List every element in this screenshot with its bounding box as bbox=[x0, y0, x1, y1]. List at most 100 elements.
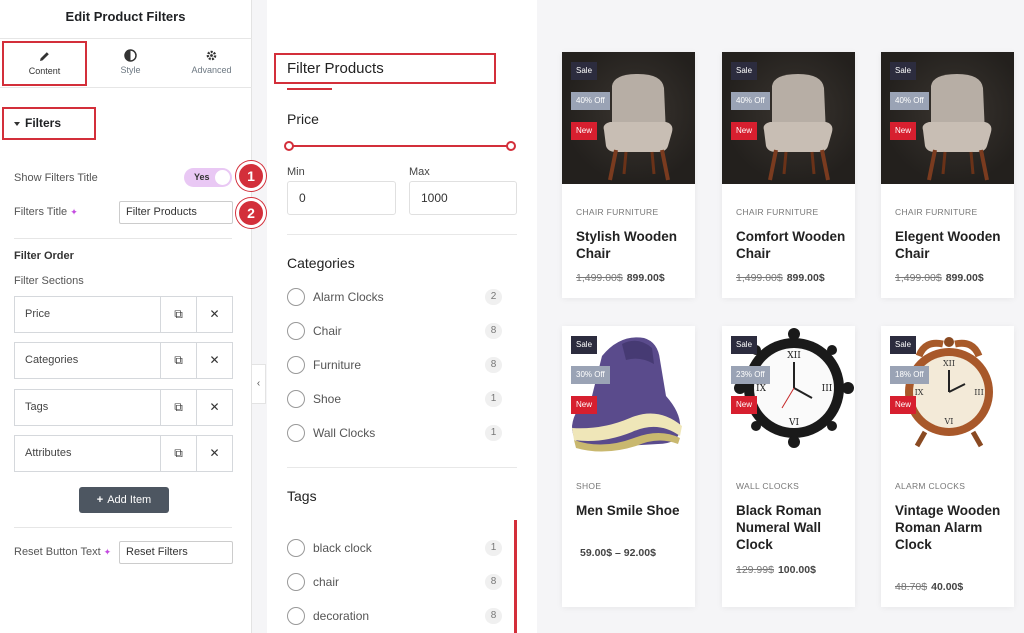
tag-option[interactable]: chair 8 bbox=[287, 572, 502, 592]
product-category[interactable]: CHAIR FURNITURE bbox=[576, 207, 658, 217]
repeater-item-label[interactable]: Tags bbox=[15, 390, 160, 425]
tag-option[interactable]: black clock 1 bbox=[287, 538, 502, 558]
show-filters-title-label: Show Filters Title bbox=[14, 172, 98, 184]
radio-button[interactable] bbox=[287, 288, 305, 306]
radio-button[interactable] bbox=[287, 424, 305, 442]
product-card[interactable]: Sale 30% Off New SHOE Men Smile Shoe 59.… bbox=[562, 326, 695, 607]
repeater-item-label[interactable]: Price bbox=[15, 297, 160, 332]
product-name[interactable]: Stylish Wooden Chair bbox=[576, 228, 688, 262]
panel-tabs: Content Style Advanced bbox=[0, 38, 252, 88]
product-name[interactable]: Vintage Wooden Roman Alarm Clock bbox=[895, 502, 1007, 553]
option-count: 8 bbox=[485, 608, 502, 624]
product-name[interactable]: Elegent Wooden Chair bbox=[895, 228, 1007, 262]
product-card[interactable]: Sale 40% Off New CHAIR FURNITURE Comfort… bbox=[722, 52, 855, 298]
current-price: 40.00$ bbox=[931, 581, 964, 593]
price-max-input[interactable]: 1000 bbox=[409, 181, 517, 215]
plus-icon: + bbox=[96, 494, 104, 506]
tab-content[interactable]: Content bbox=[2, 41, 87, 86]
svg-text:IX: IX bbox=[756, 384, 767, 394]
ai-sparkle-icon[interactable]: ✦ bbox=[104, 547, 112, 557]
filter-sections-label: Filter Sections bbox=[14, 275, 84, 287]
filter-title-underline bbox=[287, 88, 332, 90]
option-label: Alarm Clocks bbox=[313, 290, 384, 304]
product-name[interactable]: Men Smile Shoe bbox=[576, 502, 688, 519]
discount-badge: 40% Off bbox=[571, 92, 610, 110]
scrollbar[interactable] bbox=[514, 520, 517, 633]
product-card[interactable]: Sale 40% Off New CHAIR FURNITURE Elegent… bbox=[881, 52, 1014, 298]
repeater-item-categories: Categories ⧉ ✕ bbox=[14, 342, 233, 379]
radio-button[interactable] bbox=[287, 356, 305, 374]
price-heading: Price bbox=[287, 111, 319, 127]
reset-button-text-label: Reset Button Text ✦ bbox=[14, 546, 111, 558]
marker-2-badge: 2 bbox=[236, 198, 266, 228]
product-category[interactable]: CHAIR FURNITURE bbox=[736, 207, 818, 217]
close-icon[interactable]: ✕ bbox=[196, 343, 232, 378]
option-label: black clock bbox=[313, 541, 372, 555]
tag-option[interactable]: decoration 8 bbox=[287, 606, 502, 626]
product-name[interactable]: Comfort Wooden Chair bbox=[736, 228, 848, 262]
divider bbox=[14, 527, 232, 528]
chair-image: Sale 40% Off New bbox=[881, 52, 1014, 184]
price-min-handle[interactable] bbox=[284, 141, 294, 151]
radio-button[interactable] bbox=[287, 390, 305, 408]
chair-image: Sale 40% Off New bbox=[722, 52, 855, 184]
product-category[interactable]: CHAIR FURNITURE bbox=[895, 207, 977, 217]
radio-button[interactable] bbox=[287, 607, 305, 625]
repeater-item-attributes: Attributes ⧉ ✕ bbox=[14, 435, 233, 472]
close-icon[interactable]: ✕ bbox=[196, 390, 232, 425]
tab-content-label: Content bbox=[28, 66, 61, 76]
repeater-item-label[interactable]: Attributes bbox=[15, 436, 160, 471]
radio-button[interactable] bbox=[287, 322, 305, 340]
chair-image: Sale 40% Off New bbox=[562, 52, 695, 184]
filters-section-title: Filters bbox=[25, 116, 62, 130]
category-option[interactable]: Alarm Clocks 2 bbox=[287, 287, 502, 307]
product-name[interactable]: Black Roman Numeral Wall Clock bbox=[736, 502, 848, 553]
duplicate-icon[interactable]: ⧉ bbox=[160, 343, 196, 378]
wall-clock-image: XII VI IX III Sale 23% Off New bbox=[722, 326, 855, 458]
category-option[interactable]: Shoe 1 bbox=[287, 389, 502, 409]
filters-section-toggle[interactable]: Filters bbox=[2, 107, 96, 140]
duplicate-icon[interactable]: ⧉ bbox=[160, 297, 196, 332]
radio-button[interactable] bbox=[287, 573, 305, 591]
tab-style-label: Style bbox=[120, 65, 141, 75]
discount-badge: 40% Off bbox=[890, 92, 929, 110]
discount-badge: 30% Off bbox=[571, 366, 610, 384]
option-count: 1 bbox=[485, 425, 502, 441]
product-card[interactable]: XII VI IX III Sale 23% Off New WALL CLOCKS… bbox=[722, 326, 855, 607]
product-price: 59.00$ – 92.00$ bbox=[576, 547, 656, 559]
repeater-item-label[interactable]: Categories bbox=[15, 343, 160, 378]
duplicate-icon[interactable]: ⧉ bbox=[160, 390, 196, 425]
category-option[interactable]: Chair 8 bbox=[287, 321, 502, 341]
close-icon[interactable]: ✕ bbox=[196, 436, 232, 471]
option-label: Furniture bbox=[313, 358, 362, 372]
close-icon[interactable]: ✕ bbox=[196, 297, 232, 332]
tab-style[interactable]: Style bbox=[90, 39, 171, 87]
add-item-button[interactable]: + Add Item bbox=[79, 487, 169, 513]
product-category[interactable]: SHOE bbox=[576, 481, 601, 491]
new-badge: New bbox=[731, 396, 758, 414]
tab-advanced[interactable]: Advanced bbox=[171, 39, 252, 87]
category-option[interactable]: Furniture 8 bbox=[287, 355, 502, 375]
filters-title-input[interactable]: Filter Products bbox=[119, 201, 233, 224]
sale-badge: Sale bbox=[890, 62, 917, 80]
collapse-panel-chevron-icon[interactable]: ‹ bbox=[252, 364, 266, 404]
price-min-input[interactable]: 0 bbox=[287, 181, 396, 215]
product-category[interactable]: ALARM CLOCKS bbox=[895, 481, 965, 491]
product-price: 129.99$ 100.00$ bbox=[736, 564, 816, 576]
divider bbox=[14, 238, 232, 239]
radio-button[interactable] bbox=[287, 539, 305, 557]
current-price: 100.00$ bbox=[777, 564, 816, 576]
option-count: 8 bbox=[485, 574, 502, 590]
duplicate-icon[interactable]: ⧉ bbox=[160, 436, 196, 471]
editor-panel: Edit Product Filters Content Style Advan… bbox=[0, 0, 266, 633]
product-card[interactable]: XII VI IX III Sale 18% Off New ALARM CLOCK… bbox=[881, 326, 1014, 607]
price-max-handle[interactable] bbox=[506, 141, 516, 151]
product-category[interactable]: WALL CLOCKS bbox=[736, 481, 799, 491]
reset-button-text-input[interactable]: Reset Filters bbox=[119, 541, 233, 564]
old-price: 1,499.00$ bbox=[576, 272, 623, 284]
product-card[interactable]: Sale 40% Off New CHAIR FURNITURE Stylish… bbox=[562, 52, 695, 298]
show-filters-title-toggle[interactable]: Yes bbox=[184, 168, 232, 187]
old-price: 129.99$ bbox=[736, 564, 774, 576]
ai-sparkle-icon[interactable]: ✦ bbox=[70, 207, 78, 217]
category-option[interactable]: Wall Clocks 1 bbox=[287, 423, 502, 443]
